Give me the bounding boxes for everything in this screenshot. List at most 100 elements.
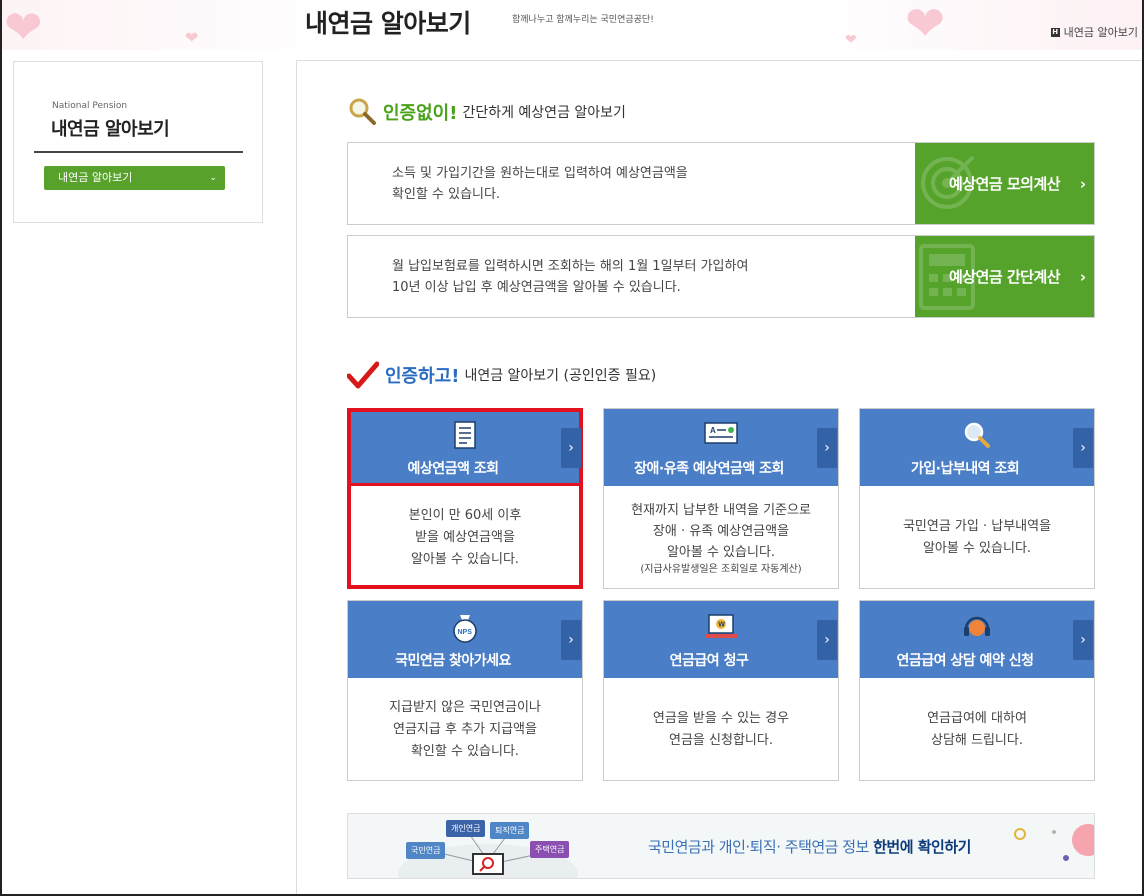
banner-tag: 개인연금 bbox=[446, 820, 486, 837]
chevron-right-icon: › bbox=[561, 427, 581, 468]
card-header[interactable]: 예상연금액 조회 › bbox=[348, 409, 582, 486]
laptop-won-icon: W bbox=[705, 614, 737, 638]
breadcrumb: H 내연금 알아보기 bbox=[1050, 24, 1138, 40]
card-title: 연금급여 상담 예약 신청 bbox=[896, 653, 1034, 669]
card-consultation-booking[interactable]: 연금급여 상담 예약 신청 › 연금급여에 대하여 상담해 드립니다. bbox=[859, 600, 1095, 781]
sidebar-menu-label: 내연금 알아보기 bbox=[58, 171, 133, 184]
chevron-right-icon: › bbox=[1073, 427, 1093, 468]
desc-line: 받을 예상연금액을 bbox=[415, 530, 515, 545]
desc-line: 상담해 드립니다. bbox=[931, 733, 1023, 748]
banner-text-light: 국민연금과 개인·퇴직· 주택연금 정보 bbox=[648, 838, 874, 856]
id-card-icon: A bbox=[704, 422, 738, 444]
chevron-right-icon: › bbox=[561, 619, 581, 660]
svg-text:NPS: NPS bbox=[458, 629, 473, 636]
chevron-right-icon: › bbox=[1079, 267, 1086, 286]
section-auth-heading: 인증하고! 내연금 알아보기 (공인인증 필요) bbox=[347, 361, 656, 389]
checkmark-icon bbox=[347, 361, 379, 389]
desc-line: 알아볼 수 있습니다. bbox=[666, 544, 776, 560]
card-arrow[interactable]: › bbox=[1072, 601, 1094, 678]
card-description: 현재까지 납부한 내역을 기준으로 장애 · 유족 예상연금액을 알아볼 수 있… bbox=[604, 486, 838, 590]
desc-line: 연금급여에 대하여 bbox=[927, 711, 1027, 726]
desc-line: 장애 · 유족 예상연금액을 bbox=[652, 523, 790, 539]
chevron-right-icon: › bbox=[817, 427, 837, 468]
banner-tag: 퇴직연금 bbox=[490, 822, 530, 839]
simple-calc-label: 예상연금 간단계산 bbox=[948, 268, 1061, 286]
simple-calc-panel: 월 납입보험료를 입력하시면 조회하는 해의 1월 1일부터 가입하여 10년 … bbox=[347, 235, 1095, 318]
home-icon[interactable]: H bbox=[1050, 27, 1060, 37]
desc-line: 알아볼 수 있습니다. bbox=[922, 541, 1032, 556]
chevron-right-icon: › bbox=[1079, 174, 1086, 193]
section-heading-text: 내연금 알아보기 (공인인증 필요) bbox=[464, 368, 657, 384]
card-title: 장애·유족 예상연금액 조회 bbox=[634, 461, 784, 477]
banner-text-bold: 한번에 확인하기 bbox=[873, 838, 971, 856]
mock-calc-button[interactable]: 예상연금 모의계산 › bbox=[915, 143, 1094, 224]
sidebar-menu-dropdown[interactable]: 내연금 알아보기 ⌄ bbox=[44, 166, 225, 190]
card-title: 예상연금액 조회 bbox=[407, 461, 499, 477]
card-description: 연금을 받을 수 있는 경우 연금을 신청합니다. bbox=[604, 678, 838, 782]
page-title: 내연금 알아보기 bbox=[305, 9, 471, 38]
desc-line: 국민연금 가입 · 납부내역을 bbox=[902, 519, 1052, 534]
card-arrow[interactable]: › bbox=[816, 409, 838, 486]
desc-line: 확인할 수 있습니다. bbox=[392, 187, 501, 202]
card-header[interactable]: A 장애·유족 예상연금액 조회 › bbox=[604, 409, 838, 486]
simple-calc-description: 월 납입보험료를 입력하시면 조회하는 해의 1월 1일부터 가입하여 10년 … bbox=[392, 256, 748, 298]
desc-line: 지급받지 않은 국민연금이나 bbox=[389, 700, 541, 715]
card-header[interactable]: 연금급여 상담 예약 신청 › bbox=[860, 601, 1094, 678]
desc-line: 연금지급 후 추가 지급액을 bbox=[393, 722, 537, 737]
mock-calc-label: 예상연금 모의계산 bbox=[948, 175, 1061, 193]
section-heading-text: 간단하게 예상연금 알아보기 bbox=[462, 105, 626, 121]
card-pension-claim[interactable]: W 연금급여 청구 › 연금을 받을 수 있는 경우 연금을 신청합니다. bbox=[603, 600, 839, 781]
chevron-down-icon: ⌄ bbox=[209, 173, 217, 183]
card-expected-pension[interactable]: 예상연금액 조회 › 본인이 만 60세 이후 받을 예상연금액을 알아볼 수 … bbox=[347, 408, 583, 589]
svg-text:A: A bbox=[710, 426, 716, 435]
desc-line: 연금을 받을 수 있는 경우 bbox=[652, 711, 790, 726]
sidebar: National Pension 내연금 알아보기 내연금 알아보기 ⌄ bbox=[13, 61, 263, 223]
section-accent: 인증하고! bbox=[385, 366, 460, 387]
section-accent: 인증없이! bbox=[383, 103, 458, 124]
card-header[interactable]: NPS 국민연금 찾아가세요 › bbox=[348, 601, 582, 678]
card-title: 국민연금 찾아가세요 bbox=[395, 653, 511, 669]
heart-decoration-icon: ❤ bbox=[905, 0, 946, 50]
desc-line: 10년 이상 납입 후 예상연금액을 알아볼 수 있습니다. bbox=[392, 280, 681, 295]
card-description: 본인이 만 60세 이후 받을 예상연금액을 알아볼 수 있습니다. bbox=[348, 486, 582, 590]
card-arrow[interactable]: › bbox=[816, 601, 838, 678]
card-disability-survivor[interactable]: A 장애·유족 예상연금액 조회 › 현재까지 납부한 내역을 기준으로 장애 … bbox=[603, 408, 839, 589]
sidebar-divider bbox=[34, 151, 243, 153]
card-arrow[interactable]: › bbox=[560, 601, 582, 678]
card-arrow[interactable]: › bbox=[560, 409, 582, 486]
pension-info-banner[interactable]: 국민연금 개인연금 퇴직연금 주택연금 국민연금과 개인·퇴직· 주택연금 정보… bbox=[347, 813, 1095, 879]
slogan: 함께나누고 함께누리는 국민연금공단! bbox=[512, 15, 654, 25]
card-description: 국민연금 가입 · 납부내역을 알아볼 수 있습니다. bbox=[860, 486, 1094, 590]
sidebar-title: 내연금 알아보기 bbox=[51, 119, 170, 140]
card-enrollment-payment[interactable]: 가입·납부내역 조회 › 국민연금 가입 · 납부내역을 알아볼 수 있습니다. bbox=[859, 408, 1095, 589]
simple-calc-button[interactable]: 예상연금 간단계산 › bbox=[915, 236, 1094, 317]
sidebar-subtitle: National Pension bbox=[52, 101, 128, 111]
mock-calc-panel: 소득 및 가입기간을 원하는대로 입력하여 예상연금액을 확인할 수 있습니다.… bbox=[347, 142, 1095, 225]
card-header[interactable]: W 연금급여 청구 › bbox=[604, 601, 838, 678]
banner-tag: 주택연금 bbox=[530, 841, 570, 858]
card-header[interactable]: 가입·납부내역 조회 › bbox=[860, 409, 1094, 486]
heart-decoration-icon: ❤ bbox=[4, 0, 43, 50]
card-description: 연금급여에 대하여 상담해 드립니다. bbox=[860, 678, 1094, 782]
magnifier-icon bbox=[964, 422, 990, 448]
chevron-right-icon: › bbox=[1073, 619, 1093, 660]
card-description: 지급받지 않은 국민연금이나 연금지급 후 추가 지급액을 확인할 수 있습니다… bbox=[348, 678, 582, 782]
mock-calc-description: 소득 및 가입기간을 원하는대로 입력하여 예상연금액을 확인할 수 있습니다. bbox=[392, 163, 688, 205]
banner-text: 국민연금과 개인·퇴직· 주택연금 정보 한번에 확인하기 bbox=[648, 836, 971, 857]
section-no-auth-heading: 인증없이! 간단하게 예상연금 알아보기 bbox=[347, 97, 626, 127]
desc-line: 본인이 만 60세 이후 bbox=[408, 508, 522, 523]
breadcrumb-current[interactable]: 내연금 알아보기 bbox=[1064, 24, 1138, 40]
desc-line: 확인할 수 있습니다. bbox=[410, 744, 520, 759]
desc-line: 알아볼 수 있습니다. bbox=[410, 552, 520, 567]
desc-line: 현재까지 납부한 내역을 기준으로 bbox=[631, 502, 811, 518]
banner-tag: 국민연금 bbox=[406, 842, 446, 859]
desc-note: (지급사유발생일은 조회일로 자동계산) bbox=[640, 563, 802, 575]
card-arrow[interactable]: › bbox=[1072, 409, 1094, 486]
headset-icon bbox=[964, 616, 990, 636]
card-find-pension[interactable]: NPS 국민연금 찾아가세요 › 지급받지 않은 국민연금이나 연금지급 후 추… bbox=[347, 600, 583, 781]
card-title: 가입·납부내역 조회 bbox=[910, 461, 1020, 477]
magnifier-icon bbox=[349, 98, 376, 125]
bubble-decoration-icon bbox=[1014, 824, 1094, 861]
document-icon bbox=[454, 421, 476, 449]
desc-line: 소득 및 가입기간을 원하는대로 입력하여 예상연금액을 bbox=[392, 166, 688, 181]
